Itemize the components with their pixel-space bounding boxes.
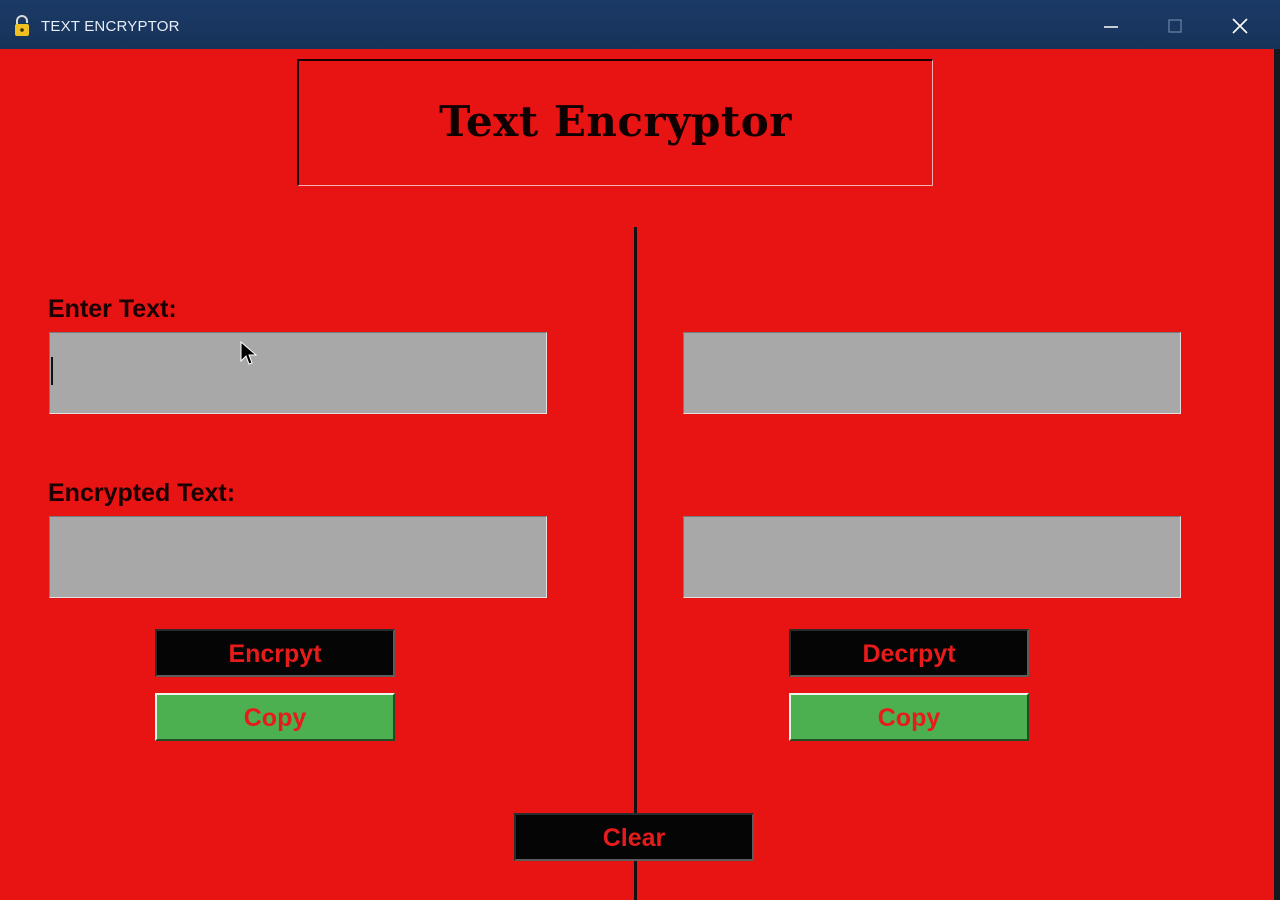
maximize-button[interactable]	[1153, 12, 1197, 40]
copy-decrypted-button[interactable]: Copy	[789, 693, 1029, 741]
plain-text-input[interactable]	[49, 332, 547, 414]
window-edge	[1274, 49, 1280, 900]
mouse-pointer-icon	[240, 340, 258, 372]
heading-frame: Text Encryptor	[297, 59, 933, 186]
cipher-text-input[interactable]	[683, 332, 1181, 414]
maximize-icon	[1168, 19, 1182, 33]
window-title: TEXT ENCRYPTOR	[41, 18, 180, 35]
encrypted-text-label: Encrypted Text:	[48, 479, 236, 507]
vertical-divider	[634, 227, 637, 900]
close-icon	[1232, 18, 1248, 34]
lock-icon	[12, 15, 32, 37]
minimize-icon	[1104, 26, 1118, 28]
copy-encrypted-button[interactable]: Copy	[155, 693, 395, 741]
page-title: Text Encryptor	[439, 97, 792, 146]
app-window-body: Text Encryptor Enter Text: Encrypted Tex…	[0, 49, 1274, 900]
enter-text-label: Enter Text:	[48, 295, 177, 323]
encrypted-text-output[interactable]	[49, 516, 547, 598]
minimize-button[interactable]	[1089, 12, 1133, 40]
clear-button[interactable]: Clear	[514, 813, 754, 861]
decrypted-text-output[interactable]	[683, 516, 1181, 598]
decrypt-button[interactable]: Decrpyt	[789, 629, 1029, 677]
encrypt-button[interactable]: Encrpyt	[155, 629, 395, 677]
title-bar[interactable]: TEXT ENCRYPTOR	[0, 0, 1280, 49]
close-button[interactable]	[1218, 12, 1262, 40]
text-caret	[51, 357, 53, 385]
